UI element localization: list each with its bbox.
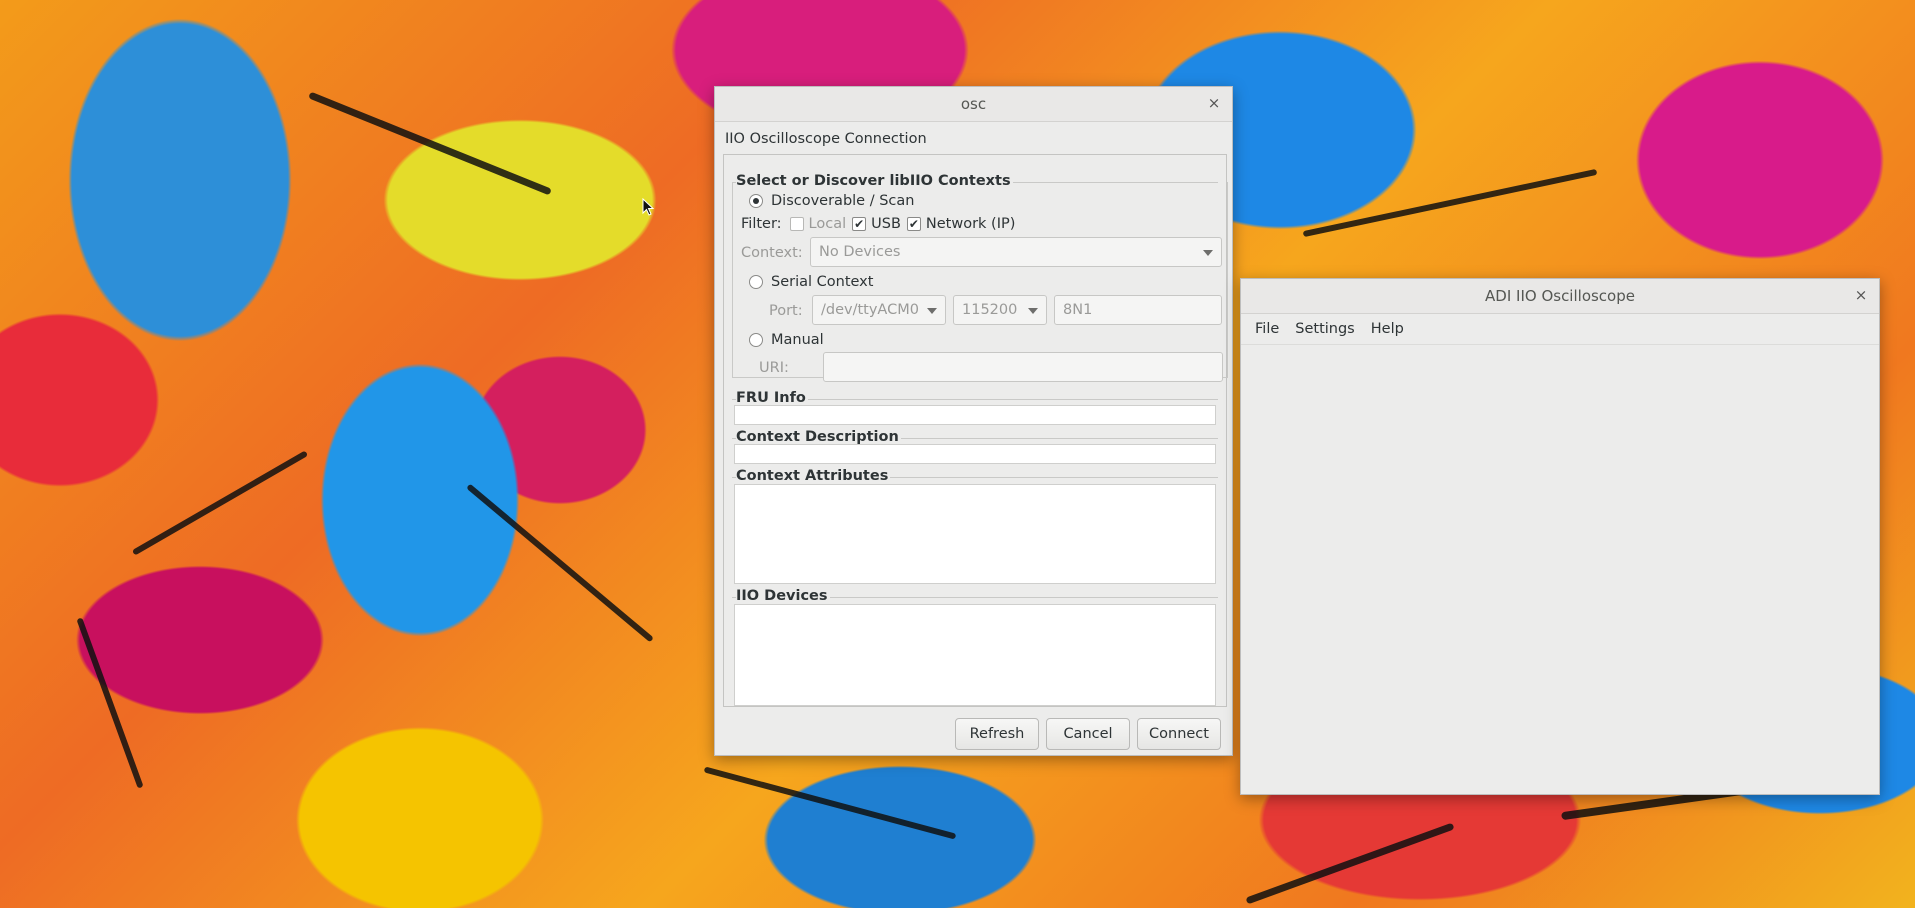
cancel-button[interactable]: Cancel xyxy=(1046,718,1130,750)
filter-usb-label: USB xyxy=(871,216,901,232)
port-dropdown-value: /dev/ttyACM0 xyxy=(821,302,919,318)
filter-network-checkbox[interactable]: ✔ xyxy=(906,217,921,231)
discoverable-label: Discoverable / Scan xyxy=(771,193,915,209)
osc-close-icon[interactable]: × xyxy=(1204,93,1224,113)
context-description-label: Context Description xyxy=(736,429,901,445)
discoverable-radio-indicator[interactable] xyxy=(749,194,763,208)
context-description-panel xyxy=(734,444,1216,464)
context-label: Context: xyxy=(741,245,803,261)
context-dropdown-value: No Devices xyxy=(819,244,901,260)
menu-settings[interactable]: Settings xyxy=(1287,321,1362,337)
filter-local-label: Local xyxy=(808,216,847,232)
adi-titlebar[interactable]: ADI IIO Oscilloscope × xyxy=(1241,279,1879,314)
refresh-button[interactable]: Refresh xyxy=(955,718,1039,750)
adi-window-title: ADI IIO Oscilloscope xyxy=(1485,287,1635,305)
menu-help[interactable]: Help xyxy=(1363,321,1412,337)
adi-close-icon[interactable]: × xyxy=(1851,285,1871,305)
manual-radio-indicator[interactable] xyxy=(749,333,763,347)
serial-config-field[interactable]: 8N1 xyxy=(1054,295,1222,325)
context-dropdown[interactable]: No Devices xyxy=(810,237,1222,267)
menu-file[interactable]: File xyxy=(1247,321,1287,337)
baud-dropdown-value: 115200 xyxy=(962,302,1018,318)
context-attributes-panel[interactable] xyxy=(734,484,1216,584)
filter-network-label: Network (IP) xyxy=(925,216,1016,232)
connect-button[interactable]: Connect xyxy=(1137,718,1221,750)
filter-usb-checkbox[interactable]: ✔ xyxy=(852,217,867,231)
adi-oscilloscope-window: ADI IIO Oscilloscope × File Settings Hel… xyxy=(1240,278,1880,795)
fru-info-panel xyxy=(734,405,1216,425)
uri-input[interactable] xyxy=(823,352,1223,382)
chevron-down-icon xyxy=(1028,308,1038,314)
context-attributes-label: Context Attributes xyxy=(736,468,891,484)
serial-config-value: 8N1 xyxy=(1063,302,1093,318)
baud-dropdown[interactable]: 115200 xyxy=(953,295,1047,325)
chevron-down-icon xyxy=(927,308,937,314)
filter-local-checkbox[interactable] xyxy=(789,217,804,231)
filter-label: Filter: xyxy=(741,216,782,232)
port-dropdown[interactable]: /dev/ttyACM0 xyxy=(812,295,946,325)
serial-context-radio[interactable]: Serial Context xyxy=(749,274,873,290)
uri-label: URI: xyxy=(759,360,789,376)
osc-window-title: osc xyxy=(960,95,987,113)
iio-devices-panel[interactable] xyxy=(734,604,1216,706)
adi-menubar: File Settings Help xyxy=(1241,314,1879,345)
connection-frame: Select or Discover libIIO Contexts Disco… xyxy=(723,154,1228,707)
osc-connection-dialog: osc × IIO Oscilloscope Connection Select… xyxy=(714,86,1233,756)
filter-row: Filter: Local ✔ USB ✔ Network (IP) xyxy=(741,216,1015,232)
iio-devices-label: IIO Devices xyxy=(736,588,830,604)
discoverable-radio[interactable]: Discoverable / Scan xyxy=(749,193,914,209)
manual-label: Manual xyxy=(771,332,824,348)
connection-heading: IIO Oscilloscope Connection xyxy=(725,131,927,147)
fru-info-label: FRU Info xyxy=(736,390,808,406)
mouse-cursor-icon xyxy=(642,198,655,216)
serial-radio-indicator[interactable] xyxy=(749,275,763,289)
osc-titlebar[interactable]: osc × xyxy=(715,87,1232,122)
manual-radio[interactable]: Manual xyxy=(749,332,824,348)
chevron-down-icon xyxy=(1203,250,1213,256)
serial-context-label: Serial Context xyxy=(771,274,874,290)
port-label: Port: xyxy=(769,303,803,319)
